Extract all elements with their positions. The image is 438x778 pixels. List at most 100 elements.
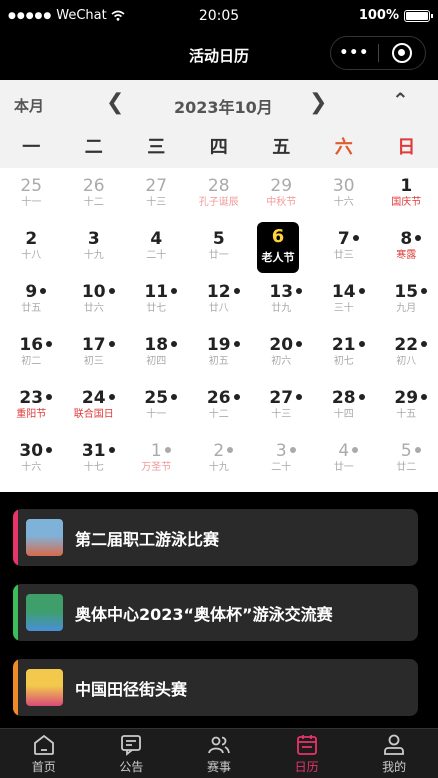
festival-label: 寒露 bbox=[396, 250, 417, 261]
close-mini-program-button[interactable] bbox=[378, 43, 425, 63]
calendar-day-cell[interactable]: 16 初二 bbox=[0, 330, 63, 383]
calendar-day-cell[interactable]: 26 十二 bbox=[188, 383, 251, 436]
calendar-day-cell[interactable]: 15 九月 bbox=[375, 277, 438, 330]
calendar-day-cell[interactable]: 1 国庆节 bbox=[375, 171, 438, 224]
event-card[interactable]: 奥体中心2023“奥体杯”游泳交流赛 bbox=[13, 584, 418, 641]
day-number: 5 bbox=[213, 229, 225, 249]
day-number-text: 29 bbox=[394, 388, 419, 408]
lunar-date: 初五 bbox=[208, 356, 229, 367]
calendar-header: 本月 ❮ 2023年10月 ❯ ⌃ bbox=[0, 80, 438, 128]
event-dot-icon bbox=[171, 341, 178, 347]
lunar-date: 十一 bbox=[21, 197, 42, 208]
calendar-day-cell[interactable]: 31 十七 bbox=[63, 436, 126, 489]
event-dot-icon bbox=[421, 288, 428, 294]
event-dot-icon bbox=[46, 394, 53, 400]
calendar-day-cell[interactable]: 26 十二 bbox=[63, 171, 126, 224]
calendar-day-cell[interactable]: 17 初三 bbox=[63, 330, 126, 383]
calendar-day-cell[interactable]: 29 十五 bbox=[375, 383, 438, 436]
battery-status: 100% bbox=[358, 8, 433, 23]
calendar-day-cell[interactable]: 29 中秋节 bbox=[250, 171, 313, 224]
calendar-day-cell[interactable]: 23 重阳节 bbox=[0, 383, 63, 436]
home-icon bbox=[33, 734, 54, 755]
tab-home[interactable]: 首页 bbox=[0, 729, 88, 778]
calendar-week-row: 2 十八 3 十九 4 二十 5 廿一 6 老人节 7 廿三 8 寒露 bbox=[0, 222, 438, 277]
calendar-day-cell[interactable]: 4 廿一 bbox=[313, 436, 376, 489]
calendar-day-cell[interactable]: 2 十八 bbox=[0, 224, 63, 277]
calendar-day-cell[interactable]: 20 初六 bbox=[250, 330, 313, 383]
calendar-day-cell[interactable]: 24 联合国日 bbox=[63, 383, 126, 436]
festival-label: 联合国日 bbox=[73, 409, 114, 420]
calendar-day-cell[interactable]: 6 老人节 bbox=[250, 222, 313, 277]
lunar-date: 廿一 bbox=[333, 462, 354, 473]
day-number-text: 1 bbox=[150, 441, 162, 461]
event-card[interactable]: 第二届职工游泳比赛 bbox=[13, 509, 418, 566]
lunar-date: 十九 bbox=[83, 250, 104, 261]
day-number-text: 18 bbox=[144, 335, 169, 355]
day-number-text: 23 bbox=[19, 388, 44, 408]
calendar-day-cell[interactable]: 10 廿六 bbox=[63, 277, 126, 330]
event-dot-icon bbox=[414, 447, 421, 453]
calendar-day-cell[interactable]: 30 十六 bbox=[313, 171, 376, 224]
calendar-day-cell[interactable]: 30 十六 bbox=[0, 436, 63, 489]
calendar-day-cell[interactable]: 28 孔子诞辰 bbox=[188, 171, 251, 224]
calendar-icon bbox=[296, 735, 317, 755]
calendar-day-cell[interactable]: 21 初七 bbox=[313, 330, 376, 383]
event-list: 第二届职工游泳比赛 奥体中心2023“奥体杯”游泳交流赛 中国田径街头赛 bbox=[0, 492, 438, 728]
event-dot-icon bbox=[227, 447, 234, 453]
calendar-day-cell[interactable]: 9 廿五 bbox=[0, 277, 63, 330]
day-number: 29 bbox=[270, 176, 292, 196]
lunar-date: 十六 bbox=[333, 197, 354, 208]
event-dot-icon bbox=[296, 288, 303, 294]
calendar-day-cell[interactable]: 3 二十 bbox=[250, 436, 313, 489]
day-number: 15 bbox=[394, 282, 428, 302]
this-month-button[interactable]: 本月 bbox=[14, 95, 44, 116]
more-icon[interactable]: ••• bbox=[331, 45, 378, 61]
battery-percent: 100% bbox=[358, 8, 399, 23]
calendar-day-cell[interactable]: 27 十三 bbox=[125, 171, 188, 224]
day-number-text: 22 bbox=[394, 335, 419, 355]
calendar-day-cell[interactable]: 3 十九 bbox=[63, 224, 126, 277]
calendar-day-cell[interactable]: 11 廿七 bbox=[125, 277, 188, 330]
calendar-day-cell[interactable]: 25 十一 bbox=[125, 383, 188, 436]
calendar-day-cell[interactable]: 13 廿九 bbox=[250, 277, 313, 330]
lunar-date: 廿五 bbox=[21, 303, 42, 314]
calendar-day-cell[interactable]: 19 初五 bbox=[188, 330, 251, 383]
calendar-day-cell[interactable]: 4 二十 bbox=[125, 224, 188, 277]
calendar-day-cell[interactable]: 12 廿八 bbox=[188, 277, 251, 330]
day-number-text: 26 bbox=[206, 388, 231, 408]
calendar-day-cell[interactable]: 27 十三 bbox=[250, 383, 313, 436]
calendar-day-cell[interactable]: 14 三十 bbox=[313, 277, 376, 330]
day-number: 28 bbox=[332, 388, 365, 408]
event-dot-icon bbox=[171, 288, 178, 294]
collapse-icon[interactable]: ⌃ bbox=[392, 88, 409, 112]
calendar-day-cell[interactable]: 2 十九 bbox=[188, 436, 251, 489]
mini-program-capsule: ••• bbox=[330, 36, 426, 70]
day-number: 31 bbox=[82, 441, 115, 461]
prev-month-icon[interactable]: ❮ bbox=[106, 90, 124, 115]
calendar: 本月 ❮ 2023年10月 ❯ ⌃ 一 二 三 四 五 六 日 25 十一 26 十二… bbox=[0, 80, 438, 492]
event-dot-icon bbox=[108, 288, 115, 294]
day-number: 30 bbox=[19, 441, 53, 461]
next-month-icon[interactable]: ❯ bbox=[309, 90, 327, 115]
weekday-label: 二 bbox=[84, 137, 103, 158]
tab-events[interactable]: 赛事 bbox=[175, 729, 263, 778]
calendar-day-cell[interactable]: 18 初四 bbox=[125, 330, 188, 383]
calendar-day-cell[interactable]: 7 廿三 bbox=[313, 224, 376, 277]
calendar-day-cell[interactable]: 1 万圣节 bbox=[125, 436, 188, 489]
tab-announcements[interactable]: 公告 bbox=[88, 729, 176, 778]
calendar-day-cell[interactable]: 22 初八 bbox=[375, 330, 438, 383]
tab-label: 日历 bbox=[294, 760, 319, 774]
day-number: 24 bbox=[82, 388, 115, 408]
calendar-day-cell[interactable]: 28 十四 bbox=[313, 383, 376, 436]
day-number-text: 25 bbox=[20, 176, 43, 196]
event-card[interactable]: 中国田径街头赛 bbox=[13, 659, 418, 716]
calendar-day-cell[interactable]: 5 廿二 bbox=[375, 436, 438, 489]
lunar-date: 十五 bbox=[396, 409, 417, 420]
day-number-text: 26 bbox=[82, 176, 105, 196]
tab-profile[interactable]: 我的 bbox=[350, 729, 438, 778]
day-number: 1 bbox=[400, 176, 412, 196]
calendar-day-cell[interactable]: 25 十一 bbox=[0, 171, 63, 224]
calendar-day-cell[interactable]: 5 廿一 bbox=[188, 224, 251, 277]
calendar-day-cell[interactable]: 8 寒露 bbox=[375, 224, 438, 277]
tab-calendar[interactable]: 日历 bbox=[263, 729, 351, 778]
